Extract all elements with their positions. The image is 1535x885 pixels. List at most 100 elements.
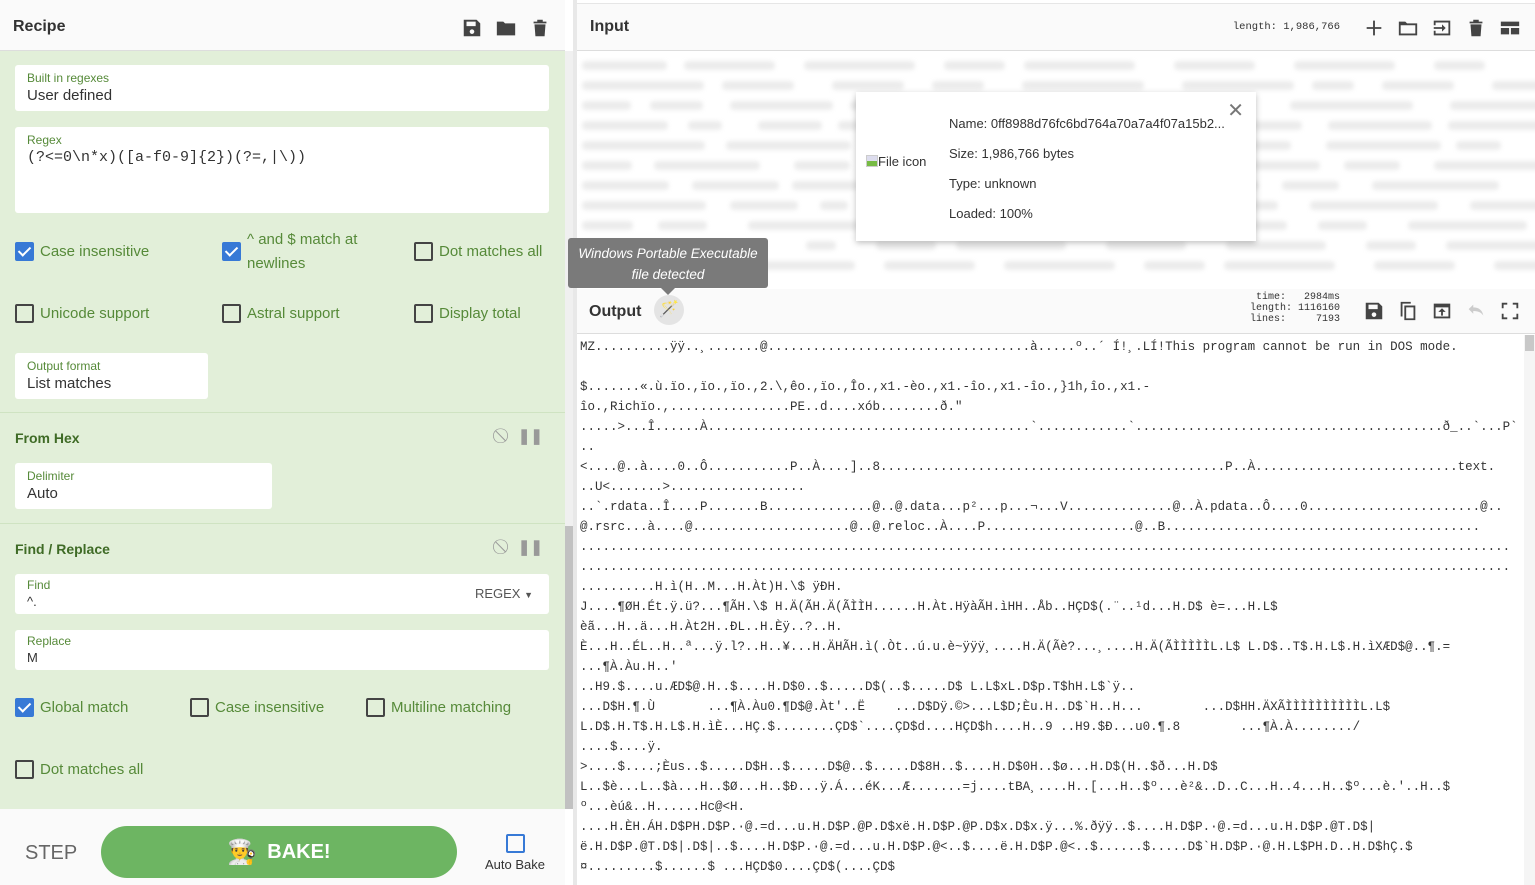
output-format-select[interactable]: Output format List matches: [15, 353, 208, 399]
replace-input-icon[interactable]: [1431, 300, 1453, 322]
input-title: Input: [590, 18, 630, 35]
operation-title: Find / Replace: [15, 541, 110, 557]
operation-title: From Hex: [15, 430, 80, 446]
output-line: È...H..ÉL..H..ª...ÿ.l?..H..¥...H.ÄHÃH.ì(…: [580, 640, 1451, 654]
blurred-input-text: [804, 61, 915, 70]
blurred-input-text: [758, 121, 822, 130]
checkbox-label: Display total: [439, 305, 521, 322]
case-insensitive-checkbox[interactable]: Case insensitive: [190, 696, 324, 720]
find-mode-value: REGEX: [474, 586, 521, 601]
output-line: ........................................…: [580, 540, 1511, 554]
regex-textarea[interactable]: Regex (?<=0\n*x)([a-f0-9]{2})(?=,|\)): [15, 127, 549, 213]
blurred-input-text: [884, 261, 975, 270]
checkbox-box[interactable]: [505, 834, 525, 853]
save-recipe-icon[interactable]: [461, 17, 483, 39]
close-icon[interactable]: ✕: [1227, 98, 1244, 123]
checkbox-box[interactable]: [190, 698, 209, 717]
blurred-input-text: [1344, 161, 1400, 170]
blurred-input-text: [932, 81, 984, 90]
undo-icon[interactable]: [1465, 300, 1487, 322]
checkbox-label: Dot matches all: [439, 243, 543, 260]
blurred-input-text: [726, 141, 851, 150]
display-total-checkbox[interactable]: Display total: [414, 302, 521, 326]
blurred-input-text: [944, 61, 1005, 70]
auto-bake-checkbox[interactable]: Auto Bake: [485, 834, 545, 872]
add-tab-icon[interactable]: [1363, 17, 1385, 39]
open-folder-icon[interactable]: [1397, 17, 1419, 39]
replace-input[interactable]: Replace M: [15, 630, 549, 670]
find-mode-dropdown[interactable]: REGEX ▼: [475, 586, 533, 601]
operation-regular-expression: Built in regexes User defined Regex (?<=…: [0, 51, 565, 413]
builtin-regexes-select[interactable]: Built in regexes User defined: [15, 65, 549, 111]
blurred-input-text: [582, 201, 706, 210]
field-value: User defined: [27, 87, 113, 104]
file-size: Size: 1,986,766 bytes: [949, 146, 1075, 161]
checkbox-box[interactable]: [414, 242, 433, 261]
clear-input-icon[interactable]: [1465, 17, 1487, 39]
save-output-icon[interactable]: [1363, 300, 1385, 322]
tooltip-text: Windows Portable Executable file detecte…: [578, 246, 758, 282]
scrollbar-thumb[interactable]: [565, 526, 573, 809]
blurred-input-text: [692, 181, 779, 190]
output-line: J....¶ØH.Ét.ÿ.ü?...¶ÃH.\$ H.Ä(ÃH.Ä(ÃÌÌH.…: [580, 600, 1278, 614]
breakpoint-icon[interactable]: ❚❚: [518, 538, 543, 556]
blurred-input-text: [1446, 241, 1535, 250]
field-label: Find: [27, 578, 51, 592]
dot-matches-all-checkbox[interactable]: Dot matches all: [15, 758, 143, 782]
global-match-checkbox[interactable]: Global match: [15, 696, 128, 720]
checkbox-box[interactable]: [15, 304, 34, 323]
field-value: (?<=0\n*x)([a-f0-9]{2})(?=,|\)): [27, 149, 307, 166]
blurred-input-text: [1492, 81, 1535, 90]
blurred-input-text: [1282, 181, 1339, 190]
recipe-scrollbar[interactable]: [565, 51, 573, 809]
blurred-input-text: [1374, 261, 1455, 270]
caret-down-icon: ▼: [524, 590, 533, 600]
checkbox-box[interactable]: [222, 304, 241, 323]
recipe-panel: Recipe Built in regexes User defined Reg…: [0, 0, 565, 885]
multiline-checkbox[interactable]: ^ and $ match at newlines: [222, 228, 382, 276]
checkbox-box[interactable]: [15, 242, 34, 261]
blurred-input-text: [806, 241, 836, 250]
output-header: Output 🪄 time: 2984ms length: 1116160 li…: [577, 289, 1535, 334]
scrollbar-thumb[interactable]: [1525, 335, 1534, 351]
checkbox-box[interactable]: [414, 304, 433, 323]
load-recipe-icon[interactable]: [495, 17, 517, 39]
blurred-input-text: [1224, 261, 1335, 270]
maximize-icon[interactable]: [1499, 300, 1521, 322]
output-line: $.......«.ù.ïo.,ïo.,ïo.,2.\,êo.,ïo.,Îo.,…: [580, 380, 1151, 394]
astral-support-checkbox[interactable]: Astral support: [222, 302, 340, 326]
delimiter-select[interactable]: Delimiter Auto: [15, 463, 272, 509]
dot-matches-all-checkbox[interactable]: Dot matches all: [414, 240, 542, 264]
blurred-input-text: [832, 81, 904, 90]
output-scrollbar[interactable]: [1524, 335, 1535, 885]
step-button[interactable]: STEP: [25, 842, 77, 865]
output-text[interactable]: MZ..........ÿÿ..¸.......@...............…: [577, 335, 1523, 885]
output-line: ¤.........$......$ ...HÇD$0....ÇD$(....Ç…: [580, 860, 896, 874]
multiline-matching-checkbox[interactable]: Multiline matching: [366, 696, 511, 720]
layout-icon[interactable]: [1499, 17, 1521, 39]
copy-icon[interactable]: [1397, 300, 1419, 322]
field-value: List matches: [27, 375, 112, 392]
checkbox-label: Case insensitive: [40, 243, 150, 260]
checkbox-box[interactable]: [15, 698, 34, 717]
blurred-input-text: [1226, 241, 1326, 250]
unicode-support-checkbox[interactable]: Unicode support: [15, 302, 149, 326]
open-file-icon[interactable]: [1431, 17, 1453, 39]
blurred-input-text: [1328, 121, 1432, 130]
case-insensitive-checkbox[interactable]: Case insensitive: [15, 240, 149, 264]
clear-recipe-icon[interactable]: [529, 17, 551, 39]
breakpoint-icon[interactable]: ❚❚: [518, 427, 543, 445]
blurred-input-text: [956, 241, 1066, 250]
blurred-input-text: [1408, 221, 1527, 230]
checkbox-box[interactable]: [222, 242, 241, 261]
operation-find-replace: Find / Replace ⃠❚❚ Find ^. REGEX ▼ Repla…: [0, 524, 565, 809]
magic-wand-icon[interactable]: 🪄: [654, 295, 684, 325]
input-length: length: 1,986,766: [1232, 21, 1340, 33]
find-input[interactable]: Find ^. REGEX ▼: [15, 574, 549, 614]
checkbox-box[interactable]: [366, 698, 385, 717]
checkbox-box[interactable]: [15, 760, 34, 779]
blurred-input-text: [582, 61, 667, 70]
bake-button[interactable]: 👨‍🍳 BAKE!: [101, 826, 457, 878]
file-type: Type: unknown: [949, 176, 1037, 191]
